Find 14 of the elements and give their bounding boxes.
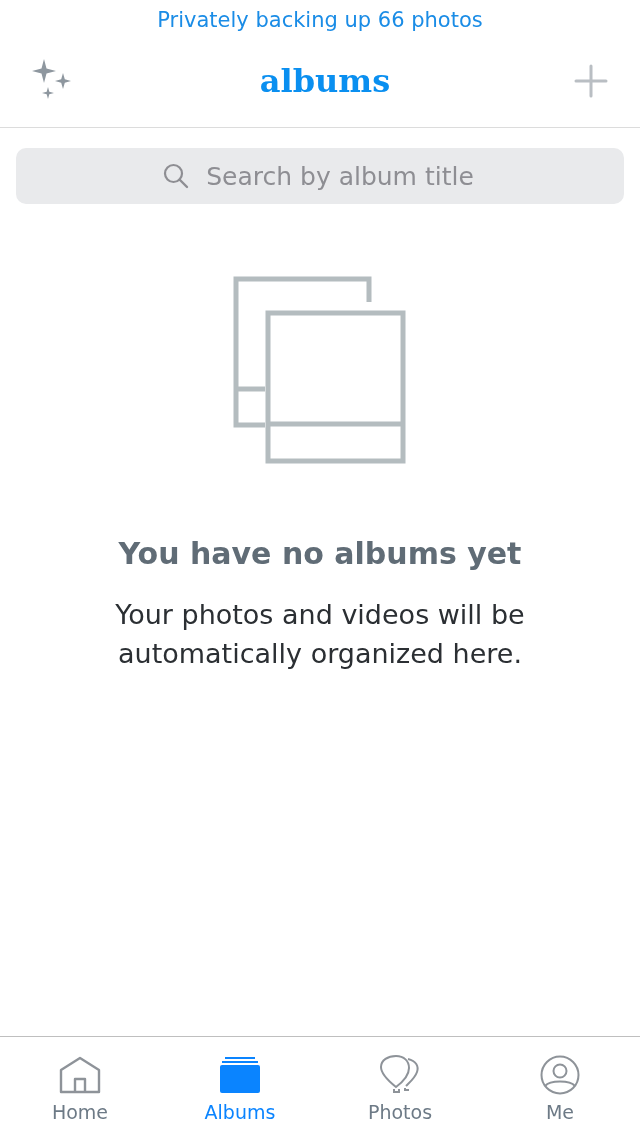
albums-icon (218, 1055, 262, 1095)
empty-message: Your photos and videos will be automatically organized here. (114, 598, 526, 671)
tab[interactable]: Home (0, 1037, 160, 1136)
tab[interactable]: Photos (320, 1037, 480, 1136)
tab[interactable]: Me (480, 1037, 640, 1136)
backup-status: Privately backing up 66 photos (157, 7, 483, 34)
home-icon (58, 1055, 102, 1095)
tab[interactable]: Albums (160, 1037, 320, 1136)
search-field[interactable]: Search by album title (16, 148, 624, 204)
add-icon[interactable] (574, 63, 608, 98)
page-title: albums (259, 61, 391, 100)
empty-heading: You have no albums yet (118, 536, 522, 571)
profile-icon (538, 1055, 582, 1095)
balloons-icon (378, 1055, 422, 1095)
